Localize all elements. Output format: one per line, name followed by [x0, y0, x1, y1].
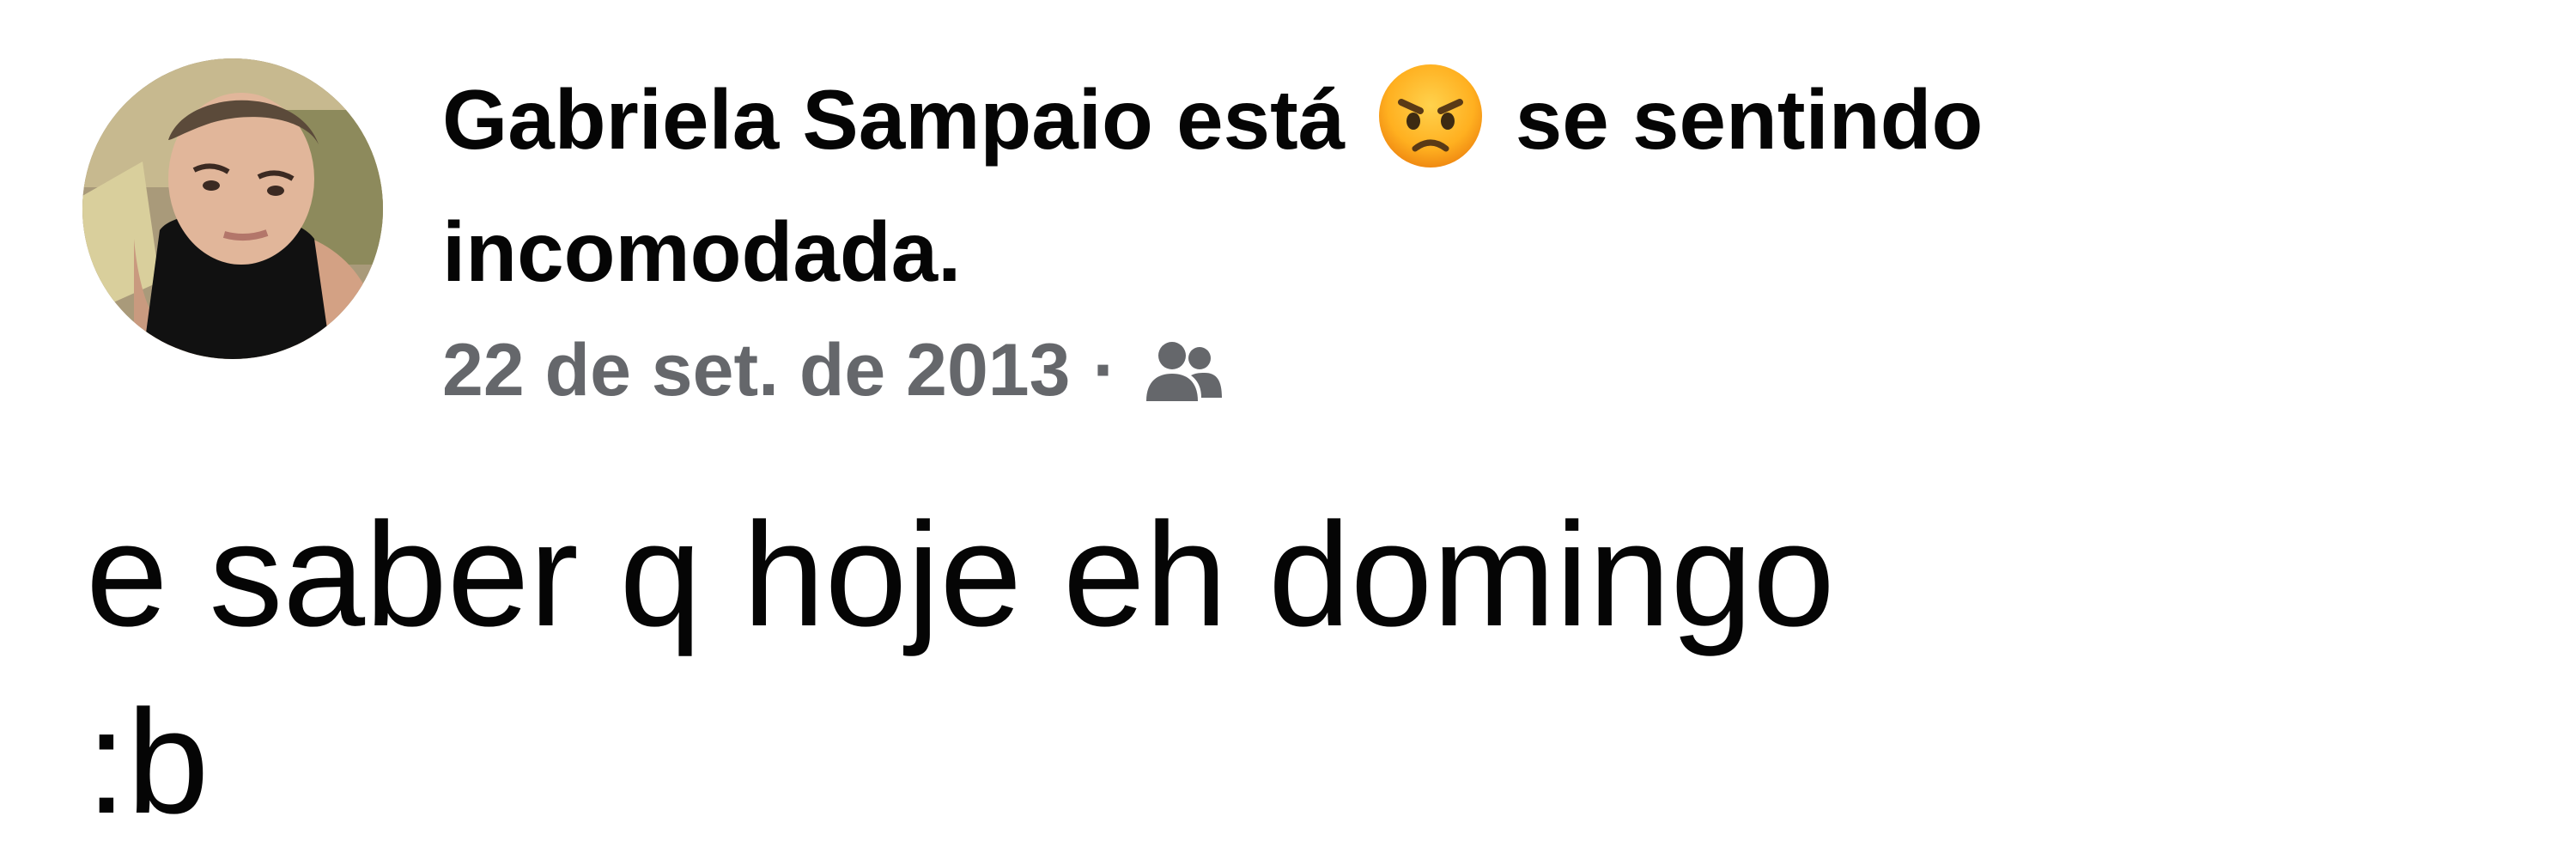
meta-separator: · [1092, 328, 1118, 411]
post-body-line: e saber q hoje eh domingo [86, 492, 1835, 657]
avatar[interactable] [82, 58, 383, 359]
feed-post: Gabriela Sampaio está se sentindo incomo… [0, 0, 2576, 859]
angry-face-icon [1378, 64, 1482, 168]
post-meta: 22 de set. de 2013 · [442, 323, 2460, 417]
post-body: e saber q hoje eh domingo :b [86, 481, 2490, 856]
feeling-verb: está [1176, 72, 1346, 167]
author-name[interactable]: Gabriela Sampaio [442, 72, 1153, 167]
post-body-line: :b [86, 679, 210, 844]
post-header: Gabriela Sampaio está se sentindo incomo… [442, 53, 2460, 417]
friends-icon[interactable] [1139, 327, 1225, 413]
profile-photo [82, 58, 383, 359]
post-timestamp[interactable]: 22 de set. de 2013 [442, 328, 1070, 413]
post-headline: Gabriela Sampaio está se sentindo incomo… [442, 53, 2460, 318]
